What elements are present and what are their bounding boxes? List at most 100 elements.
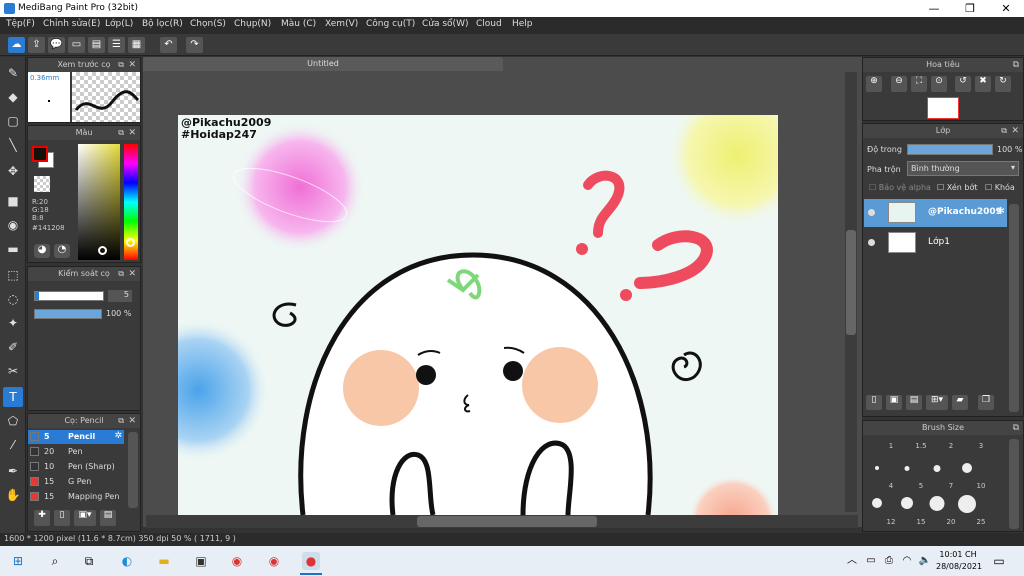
windows-start-icon[interactable]: ⊞ (9, 552, 27, 570)
menu-edit[interactable]: Chỉnh sửa(E) (43, 19, 100, 29)
brush-size-option[interactable]: 25 (953, 495, 985, 526)
add-layer-menu-icon[interactable]: ⊞▾ (926, 395, 948, 410)
store-icon[interactable]: ▣ (192, 552, 210, 570)
brush-list-scrollbar[interactable] (128, 432, 138, 508)
move-tool-icon[interactable]: ✥ (3, 161, 23, 181)
expand-icon[interactable]: ⧉ (118, 58, 124, 72)
undo-icon[interactable]: ↶ (160, 37, 177, 53)
rotate-right-icon[interactable]: ↻ (995, 76, 1011, 92)
brush-item[interactable]: 15 G Pen (28, 475, 124, 489)
brush-tool-icon[interactable]: ✎ (3, 63, 23, 83)
color-history-icon[interactable]: ◔ (54, 244, 70, 258)
expand-icon[interactable]: ⧉ (1001, 124, 1007, 138)
menu-filter[interactable]: Bộ lọc(R) (142, 19, 183, 29)
minimize-button[interactable]: — (916, 0, 952, 17)
select-pen-icon[interactable]: ✐ (3, 337, 23, 357)
new-layer-icon[interactable]: ▯ (866, 395, 882, 410)
select-eraser-icon[interactable]: ✂ (3, 361, 23, 381)
rectangle-tool-icon[interactable]: ▢ (3, 111, 23, 131)
brush-size-option[interactable]: 12 (863, 496, 895, 526)
brush-size-option[interactable]: 4 (863, 462, 893, 490)
menu-cloud[interactable]: Cloud (476, 19, 502, 29)
duplicate-layer-icon[interactable]: ❐ (978, 395, 994, 410)
brush-item[interactable]: 10 Pen (Sharp) (28, 460, 124, 474)
rotate-left-icon[interactable]: ↺ (955, 76, 971, 92)
clock[interactable]: 10:01 CH 28/08/2021 (936, 549, 982, 573)
saturation-value-picker[interactable] (78, 144, 120, 260)
file-explorer-icon[interactable]: ▬ (155, 552, 173, 570)
lock-checkbox[interactable]: ☐ Khóa (985, 183, 1015, 192)
chevron-up-icon[interactable]: ︿ (843, 552, 861, 570)
brush-opacity-slider[interactable] (34, 309, 102, 319)
brush-item[interactable]: 20 Pen (28, 445, 124, 459)
close-icon[interactable]: ✕ (1011, 124, 1019, 138)
edge-browser-icon[interactable]: ◐ (118, 552, 136, 570)
brush-size-option[interactable]: 15 (893, 496, 925, 526)
layer-row[interactable]: @Pikachu2009 ✲ (864, 199, 1007, 227)
new-8bit-layer-icon[interactable]: ▤ (906, 395, 922, 410)
brush-size-option[interactable]: 5 (893, 462, 923, 490)
hue-slider[interactable] (124, 144, 138, 260)
clipping-checkbox[interactable]: ☐ Xén bớt (937, 183, 977, 192)
text-tool-icon[interactable]: T (3, 387, 23, 407)
menu-window[interactable]: Cửa sổ(W) (422, 19, 468, 29)
brush-size-slider[interactable] (34, 291, 104, 301)
redo-icon[interactable]: ↷ (186, 37, 203, 53)
expand-icon[interactable]: ⧉ (118, 126, 124, 140)
wifi-icon[interactable]: ◠ (898, 552, 916, 570)
folder-icon[interactable]: ▰ (952, 395, 968, 410)
cloud-icon[interactable]: ☁ (8, 37, 25, 53)
close-icon[interactable]: ✕ (128, 126, 136, 140)
blend-mode-select[interactable]: Bình thường ▾ (907, 161, 1019, 176)
add-brush-icon[interactable]: ✚ (34, 510, 50, 526)
new-halftone-layer-icon[interactable]: ▣ (886, 395, 902, 410)
horizontal-scroll-thumb[interactable] (417, 516, 597, 527)
close-icon[interactable]: ✕ (128, 58, 136, 72)
menu-view[interactable]: Xem(V) (325, 19, 358, 29)
list-icon[interactable]: ☰ (108, 37, 125, 53)
menu-tools[interactable]: Công cụ(T) (366, 19, 415, 29)
hand-tool-icon[interactable]: ✋ (3, 485, 23, 505)
eyedropper-icon[interactable]: ✒ (3, 461, 23, 481)
visibility-icon[interactable] (868, 209, 875, 216)
expand-icon[interactable]: ⧉ (118, 267, 124, 281)
actual-size-icon[interactable]: ⊙ (931, 76, 947, 92)
visibility-icon[interactable] (868, 239, 875, 246)
document-icon[interactable]: ▤ (88, 37, 105, 53)
new-brush-icon[interactable]: ▯ (54, 510, 70, 526)
medibang-taskbar-icon[interactable]: ● (302, 552, 320, 570)
brush-size-scrollbar[interactable] (1009, 439, 1019, 529)
brush-size-option[interactable]: 10 (953, 462, 985, 490)
navigator-thumbnail[interactable] (927, 97, 959, 119)
brush-menu-icon[interactable]: ▣▾ (74, 510, 96, 526)
menu-select[interactable]: Chọn(S) (190, 19, 226, 29)
gear-icon[interactable]: ✲ (997, 206, 1005, 217)
lasso-icon[interactable]: ◌ (3, 289, 23, 309)
menu-layer[interactable]: Lớp(L) (105, 19, 133, 29)
magic-wand-icon[interactable]: ✦ (3, 313, 23, 333)
picker-handle[interactable] (98, 246, 107, 255)
chrome-icon[interactable]: ◉ (228, 552, 246, 570)
brush-item[interactable]: 15 Mapping Pen (28, 490, 124, 504)
zoom-out-icon[interactable]: ⊖ (891, 76, 907, 92)
close-icon[interactable]: ✕ (128, 267, 136, 281)
close-icon[interactable]: ✕ (128, 414, 136, 428)
palette-icon[interactable]: ◕ (34, 244, 50, 258)
brush-size-option[interactable]: 20 (923, 496, 955, 526)
protect-alpha-checkbox[interactable]: ☐ Bảo vệ alpha (869, 183, 931, 192)
chat-icon[interactable]: 💬 (48, 37, 65, 53)
printer-icon[interactable]: ⎙ (880, 552, 898, 570)
frame-tool-icon[interactable]: ⬠ (3, 411, 23, 431)
expand-icon[interactable]: ⧉ (118, 414, 124, 428)
menu-color[interactable]: Màu (C) (281, 19, 316, 29)
layer-row[interactable]: Lớp1 (864, 229, 1007, 257)
flip-icon[interactable]: ✖ (975, 76, 991, 92)
volume-icon[interactable]: 🔈 (916, 552, 934, 570)
line-tool-icon[interactable]: ╲ (3, 135, 23, 155)
grid-icon[interactable]: ▦ (128, 37, 145, 53)
notifications-icon[interactable]: ▭ (990, 552, 1008, 570)
brush-settings-icon[interactable]: ▤ (100, 510, 116, 526)
task-view-icon[interactable]: ⧉ (80, 552, 98, 570)
menu-help[interactable]: Help (512, 19, 533, 29)
hue-handle[interactable] (126, 238, 135, 247)
